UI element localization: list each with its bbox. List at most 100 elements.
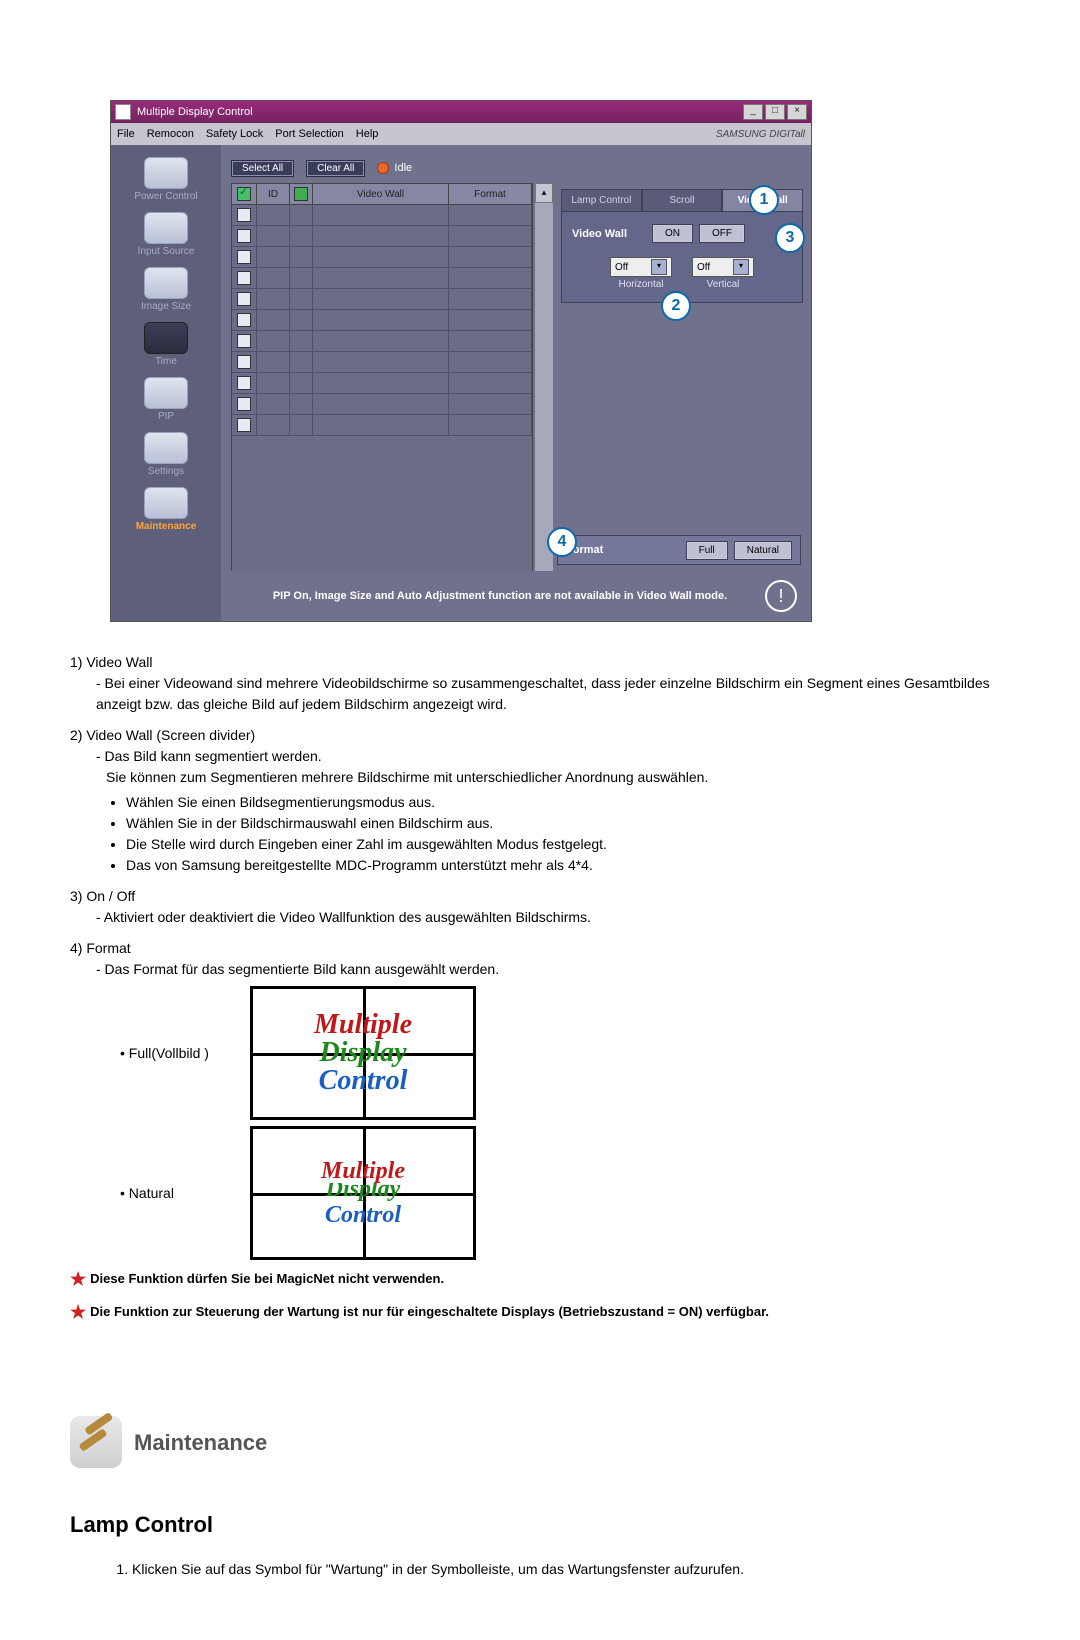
menu-remocon[interactable]: Remocon [147, 128, 194, 140]
item-4-title: 4) Format [70, 938, 1010, 959]
maintenance-section-icon [70, 1416, 122, 1468]
row-checkbox[interactable] [237, 250, 251, 264]
minimize-button[interactable]: _ [743, 104, 763, 120]
row-checkbox[interactable] [237, 292, 251, 306]
tab-scroll[interactable]: Scroll [642, 189, 723, 211]
row-checkbox[interactable] [237, 397, 251, 411]
window-titlebar: Multiple Display Control _ □ × [111, 101, 811, 123]
item-1-line: - Bei einer Videowand sind mehrere Video… [70, 673, 1010, 715]
menu-port-selection[interactable]: Port Selection [275, 128, 343, 140]
table-row[interactable] [232, 268, 532, 289]
sidebar-item-settings[interactable]: Settings [121, 428, 211, 477]
sidebar-item-time[interactable]: Time [121, 318, 211, 367]
row-checkbox[interactable] [237, 208, 251, 222]
select-all-button[interactable]: Select All [231, 160, 294, 177]
video-wall-panel: Video Wall ON OFF Off▾ Horizontal [561, 211, 803, 303]
status-footer: PIP On, Image Size and Auto Adjustment f… [221, 571, 811, 621]
col-status[interactable] [290, 184, 313, 204]
lamp-control-heading: Lamp Control [70, 1508, 1010, 1541]
vertical-label: Vertical [707, 279, 740, 290]
sidebar-item-maintenance[interactable]: Maintenance [121, 483, 211, 532]
format-full-label: Full(Vollbild ) [70, 1043, 250, 1064]
input-icon [144, 212, 188, 244]
row-checkbox[interactable] [237, 229, 251, 243]
callout-4: 4 [547, 527, 577, 557]
format-label: Format [566, 544, 640, 556]
format-bar: Format Full Natural [557, 535, 801, 565]
item-2-b2: Wählen Sie in der Bildschirmauswahl eine… [126, 813, 1010, 834]
table-row[interactable] [232, 289, 532, 310]
off-button[interactable]: OFF [699, 224, 745, 243]
star-icon: ★ [70, 1269, 86, 1289]
format-natural-diagram: Multiple Display Control [250, 1126, 476, 1260]
document-body: 1) Video Wall - Bei einer Videowand sind… [70, 652, 1010, 1580]
sidebar-item-pip[interactable]: PIP [121, 373, 211, 422]
brand-label: SAMSUNG DIGITall [716, 129, 805, 140]
table-row[interactable] [232, 394, 532, 415]
item-2-line2: Sie können zum Segmentieren mehrere Bild… [70, 767, 1010, 788]
maximize-button[interactable]: □ [765, 104, 785, 120]
power-icon [144, 157, 188, 189]
info-icon: ! [765, 580, 797, 612]
format-natural-label: Natural [70, 1183, 250, 1204]
grid-scrollbar[interactable]: ▴ [535, 183, 553, 575]
row-checkbox[interactable] [237, 418, 251, 432]
table-row[interactable] [232, 226, 532, 247]
vertical-dropdown[interactable]: Off▾ [692, 257, 754, 277]
menu-file[interactable]: File [117, 128, 135, 140]
table-row[interactable] [232, 373, 532, 394]
maintenance-heading: Maintenance [134, 1426, 267, 1459]
close-button[interactable]: × [787, 104, 807, 120]
row-checkbox[interactable] [237, 271, 251, 285]
pip-icon [144, 377, 188, 409]
row-checkbox[interactable] [237, 376, 251, 390]
main-panel: Select All Clear All Idle ID Video Wall … [221, 145, 811, 621]
item-2-b4: Das von Samsung bereitgestellte MDC-Prog… [126, 855, 1010, 876]
display-grid: ID Video Wall Format [231, 183, 533, 575]
idle-indicator: Idle [377, 162, 412, 174]
tab-lamp-control[interactable]: Lamp Control [561, 189, 642, 211]
horizontal-dropdown[interactable]: Off▾ [610, 257, 672, 277]
chevron-down-icon: ▾ [651, 259, 667, 275]
footer-text: PIP On, Image Size and Auto Adjustment f… [235, 590, 765, 602]
row-checkbox[interactable] [237, 355, 251, 369]
col-check[interactable] [232, 184, 257, 204]
callout-2: 2 [661, 291, 691, 321]
settings-icon [144, 432, 188, 464]
full-button[interactable]: Full [686, 541, 728, 560]
item-3-line: - Aktiviert oder deaktiviert die Video W… [70, 907, 1010, 928]
on-button[interactable]: ON [652, 224, 693, 243]
table-row[interactable] [232, 331, 532, 352]
col-format[interactable]: Format [449, 184, 532, 204]
table-row[interactable] [232, 205, 532, 226]
note-2: ★Die Funktion zur Steuerung der Wartung … [70, 1299, 1010, 1326]
app-icon [115, 104, 131, 120]
clear-all-button[interactable]: Clear All [306, 160, 365, 177]
table-row[interactable] [232, 310, 532, 331]
sidebar-item-image-size[interactable]: Image Size [121, 263, 211, 312]
star-icon: ★ [70, 1302, 86, 1322]
item-4-line: - Das Format für das segmentierte Bild k… [70, 959, 1010, 980]
time-icon [144, 322, 188, 354]
sidebar-item-input-source[interactable]: Input Source [121, 208, 211, 257]
format-full-diagram: Multiple Display Control [250, 986, 476, 1120]
table-row[interactable] [232, 247, 532, 268]
menu-help[interactable]: Help [356, 128, 379, 140]
item-1-title: 1) Video Wall [70, 652, 1010, 673]
scroll-up-icon[interactable]: ▴ [535, 183, 553, 203]
col-videowall[interactable]: Video Wall [313, 184, 449, 204]
table-row[interactable] [232, 415, 532, 436]
sidebar-item-power-control[interactable]: Power Control [121, 153, 211, 202]
table-row[interactable] [232, 352, 532, 373]
row-checkbox[interactable] [237, 313, 251, 327]
item-2-line1: - Das Bild kann segmentiert werden. [70, 746, 1010, 767]
idle-dot-icon [377, 162, 389, 174]
check-all-icon[interactable] [237, 187, 251, 201]
item-2-title: 2) Video Wall (Screen divider) [70, 725, 1010, 746]
menu-safety-lock[interactable]: Safety Lock [206, 128, 263, 140]
video-wall-label: Video Wall [572, 228, 646, 240]
row-checkbox[interactable] [237, 334, 251, 348]
natural-button[interactable]: Natural [734, 541, 792, 560]
col-id[interactable]: ID [257, 184, 290, 204]
item-3-title: 3) On / Off [70, 886, 1010, 907]
